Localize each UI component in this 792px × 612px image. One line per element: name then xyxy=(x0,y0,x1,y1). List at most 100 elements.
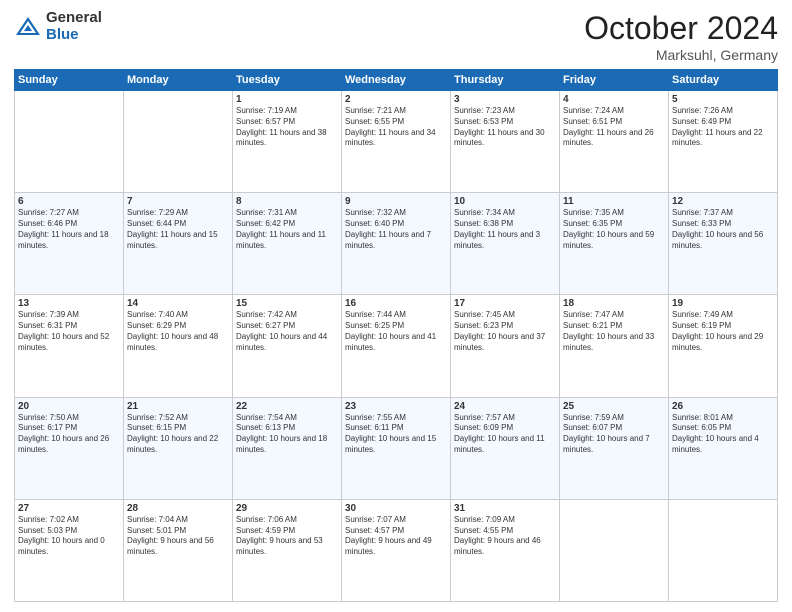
cell-content: Sunrise: 7:26 AMSunset: 6:49 PMDaylight:… xyxy=(672,106,774,149)
week-row-3: 13Sunrise: 7:39 AMSunset: 6:31 PMDayligh… xyxy=(15,295,778,397)
calendar-cell: 29Sunrise: 7:06 AMSunset: 4:59 PMDayligh… xyxy=(233,499,342,601)
calendar-cell: 11Sunrise: 7:35 AMSunset: 6:35 PMDayligh… xyxy=(560,193,669,295)
calendar-cell: 12Sunrise: 7:37 AMSunset: 6:33 PMDayligh… xyxy=(669,193,778,295)
cell-content: Sunrise: 7:39 AMSunset: 6:31 PMDaylight:… xyxy=(18,310,120,353)
calendar-cell: 27Sunrise: 7:02 AMSunset: 5:03 PMDayligh… xyxy=(15,499,124,601)
calendar-cell: 2Sunrise: 7:21 AMSunset: 6:55 PMDaylight… xyxy=(342,91,451,193)
day-number: 29 xyxy=(236,503,338,514)
day-number: 26 xyxy=(672,401,774,412)
day-number: 6 xyxy=(18,196,120,207)
week-row-5: 27Sunrise: 7:02 AMSunset: 5:03 PMDayligh… xyxy=(15,499,778,601)
day-number: 13 xyxy=(18,298,120,309)
col-thursday: Thursday xyxy=(451,70,560,91)
day-number: 2 xyxy=(345,94,447,105)
day-number: 7 xyxy=(127,196,229,207)
calendar-cell xyxy=(124,91,233,193)
calendar-cell: 22Sunrise: 7:54 AMSunset: 6:13 PMDayligh… xyxy=(233,397,342,499)
day-number: 14 xyxy=(127,298,229,309)
calendar-cell: 9Sunrise: 7:32 AMSunset: 6:40 PMDaylight… xyxy=(342,193,451,295)
day-number: 28 xyxy=(127,503,229,514)
cell-content: Sunrise: 7:07 AMSunset: 4:57 PMDaylight:… xyxy=(345,515,447,558)
day-number: 24 xyxy=(454,401,556,412)
calendar-cell: 7Sunrise: 7:29 AMSunset: 6:44 PMDaylight… xyxy=(124,193,233,295)
day-number: 11 xyxy=(563,196,665,207)
day-number: 27 xyxy=(18,503,120,514)
day-number: 10 xyxy=(454,196,556,207)
cell-content: Sunrise: 7:02 AMSunset: 5:03 PMDaylight:… xyxy=(18,515,120,558)
cell-content: Sunrise: 7:23 AMSunset: 6:53 PMDaylight:… xyxy=(454,106,556,149)
week-row-2: 6Sunrise: 7:27 AMSunset: 6:46 PMDaylight… xyxy=(15,193,778,295)
calendar-cell: 6Sunrise: 7:27 AMSunset: 6:46 PMDaylight… xyxy=(15,193,124,295)
cell-content: Sunrise: 7:45 AMSunset: 6:23 PMDaylight:… xyxy=(454,310,556,353)
day-number: 9 xyxy=(345,196,447,207)
cell-content: Sunrise: 7:50 AMSunset: 6:17 PMDaylight:… xyxy=(18,413,120,456)
week-row-1: 1Sunrise: 7:19 AMSunset: 6:57 PMDaylight… xyxy=(15,91,778,193)
calendar-cell: 21Sunrise: 7:52 AMSunset: 6:15 PMDayligh… xyxy=(124,397,233,499)
calendar-cell: 31Sunrise: 7:09 AMSunset: 4:55 PMDayligh… xyxy=(451,499,560,601)
logo-text: General Blue xyxy=(46,10,102,43)
logo-icon xyxy=(14,13,42,41)
calendar-cell: 15Sunrise: 7:42 AMSunset: 6:27 PMDayligh… xyxy=(233,295,342,397)
calendar-cell: 23Sunrise: 7:55 AMSunset: 6:11 PMDayligh… xyxy=(342,397,451,499)
col-saturday: Saturday xyxy=(669,70,778,91)
calendar-header-row: Sunday Monday Tuesday Wednesday Thursday… xyxy=(15,70,778,91)
header: General Blue October 2024 Marksuhl, Germ… xyxy=(14,10,778,63)
col-friday: Friday xyxy=(560,70,669,91)
calendar-cell: 1Sunrise: 7:19 AMSunset: 6:57 PMDaylight… xyxy=(233,91,342,193)
cell-content: Sunrise: 7:52 AMSunset: 6:15 PMDaylight:… xyxy=(127,413,229,456)
cell-content: Sunrise: 7:29 AMSunset: 6:44 PMDaylight:… xyxy=(127,208,229,251)
month-title: October 2024 xyxy=(584,10,778,47)
calendar-cell: 14Sunrise: 7:40 AMSunset: 6:29 PMDayligh… xyxy=(124,295,233,397)
calendar-cell: 16Sunrise: 7:44 AMSunset: 6:25 PMDayligh… xyxy=(342,295,451,397)
day-number: 30 xyxy=(345,503,447,514)
cell-content: Sunrise: 8:01 AMSunset: 6:05 PMDaylight:… xyxy=(672,413,774,456)
calendar-table: Sunday Monday Tuesday Wednesday Thursday… xyxy=(14,69,778,602)
page: General Blue October 2024 Marksuhl, Germ… xyxy=(0,0,792,612)
week-row-4: 20Sunrise: 7:50 AMSunset: 6:17 PMDayligh… xyxy=(15,397,778,499)
col-tuesday: Tuesday xyxy=(233,70,342,91)
cell-content: Sunrise: 7:35 AMSunset: 6:35 PMDaylight:… xyxy=(563,208,665,251)
logo: General Blue xyxy=(14,10,102,43)
cell-content: Sunrise: 7:19 AMSunset: 6:57 PMDaylight:… xyxy=(236,106,338,149)
day-number: 20 xyxy=(18,401,120,412)
calendar-cell: 20Sunrise: 7:50 AMSunset: 6:17 PMDayligh… xyxy=(15,397,124,499)
day-number: 22 xyxy=(236,401,338,412)
calendar-cell xyxy=(669,499,778,601)
calendar-cell: 8Sunrise: 7:31 AMSunset: 6:42 PMDaylight… xyxy=(233,193,342,295)
cell-content: Sunrise: 7:55 AMSunset: 6:11 PMDaylight:… xyxy=(345,413,447,456)
day-number: 18 xyxy=(563,298,665,309)
day-number: 4 xyxy=(563,94,665,105)
day-number: 12 xyxy=(672,196,774,207)
day-number: 17 xyxy=(454,298,556,309)
cell-content: Sunrise: 7:37 AMSunset: 6:33 PMDaylight:… xyxy=(672,208,774,251)
cell-content: Sunrise: 7:06 AMSunset: 4:59 PMDaylight:… xyxy=(236,515,338,558)
calendar-cell: 18Sunrise: 7:47 AMSunset: 6:21 PMDayligh… xyxy=(560,295,669,397)
calendar-cell: 19Sunrise: 7:49 AMSunset: 6:19 PMDayligh… xyxy=(669,295,778,397)
calendar-cell: 3Sunrise: 7:23 AMSunset: 6:53 PMDaylight… xyxy=(451,91,560,193)
day-number: 16 xyxy=(345,298,447,309)
calendar-cell: 26Sunrise: 8:01 AMSunset: 6:05 PMDayligh… xyxy=(669,397,778,499)
title-area: October 2024 Marksuhl, Germany xyxy=(584,10,778,63)
calendar-cell xyxy=(560,499,669,601)
cell-content: Sunrise: 7:49 AMSunset: 6:19 PMDaylight:… xyxy=(672,310,774,353)
calendar-cell: 4Sunrise: 7:24 AMSunset: 6:51 PMDaylight… xyxy=(560,91,669,193)
cell-content: Sunrise: 7:57 AMSunset: 6:09 PMDaylight:… xyxy=(454,413,556,456)
day-number: 23 xyxy=(345,401,447,412)
day-number: 15 xyxy=(236,298,338,309)
cell-content: Sunrise: 7:34 AMSunset: 6:38 PMDaylight:… xyxy=(454,208,556,251)
cell-content: Sunrise: 7:40 AMSunset: 6:29 PMDaylight:… xyxy=(127,310,229,353)
day-number: 5 xyxy=(672,94,774,105)
calendar-cell: 17Sunrise: 7:45 AMSunset: 6:23 PMDayligh… xyxy=(451,295,560,397)
cell-content: Sunrise: 7:59 AMSunset: 6:07 PMDaylight:… xyxy=(563,413,665,456)
calendar-cell: 24Sunrise: 7:57 AMSunset: 6:09 PMDayligh… xyxy=(451,397,560,499)
day-number: 1 xyxy=(236,94,338,105)
calendar-cell: 13Sunrise: 7:39 AMSunset: 6:31 PMDayligh… xyxy=(15,295,124,397)
day-number: 8 xyxy=(236,196,338,207)
location: Marksuhl, Germany xyxy=(584,47,778,63)
day-number: 31 xyxy=(454,503,556,514)
cell-content: Sunrise: 7:47 AMSunset: 6:21 PMDaylight:… xyxy=(563,310,665,353)
calendar-cell xyxy=(15,91,124,193)
col-wednesday: Wednesday xyxy=(342,70,451,91)
cell-content: Sunrise: 7:44 AMSunset: 6:25 PMDaylight:… xyxy=(345,310,447,353)
cell-content: Sunrise: 7:24 AMSunset: 6:51 PMDaylight:… xyxy=(563,106,665,149)
